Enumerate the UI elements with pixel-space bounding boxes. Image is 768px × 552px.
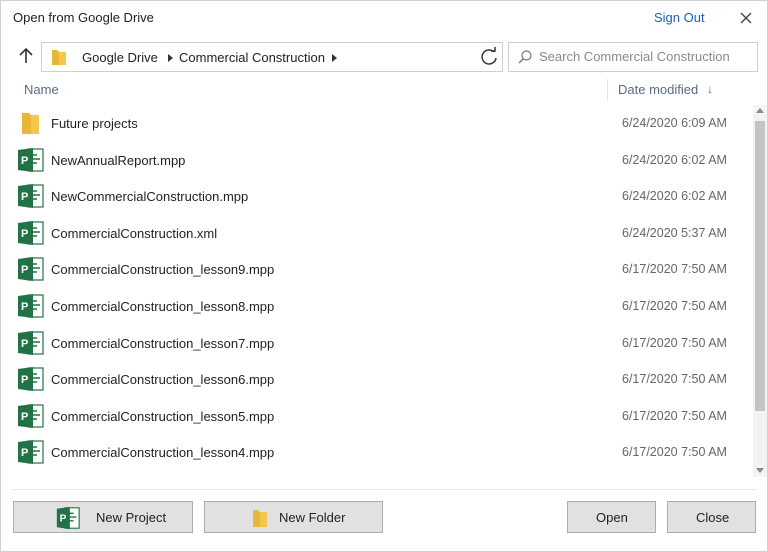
footer-divider	[13, 489, 757, 490]
file-name: NewAnnualReport.mpp	[51, 152, 186, 168]
svg-text:P: P	[21, 374, 28, 386]
dialog-title: Open from Google Drive	[13, 10, 154, 25]
breadcrumb-item-commercial-construction[interactable]: Commercial Construction	[179, 50, 325, 65]
project-file-icon: P	[18, 294, 44, 318]
project-file-icon: P	[18, 330, 44, 355]
sign-out-link[interactable]: Sign Out	[654, 10, 705, 25]
scrollbar-thumb[interactable]	[755, 121, 765, 411]
svg-text:P: P	[21, 447, 28, 459]
file-row[interactable]: P CommercialConstruction_lesson7.mpp 6/17/…	[1, 325, 753, 361]
project-icon: P	[56, 506, 80, 530]
breadcrumb[interactable]: Google Drive Commercial Construction	[41, 42, 477, 72]
file-date-modified: 6/17/2020 7:50 AM	[622, 445, 727, 460]
file-name: CommercialConstruction_lesson6.mpp	[51, 372, 275, 388]
search-icon	[518, 50, 532, 64]
folder-icon	[52, 50, 66, 65]
file-row[interactable]: P CommercialConstruction_lesson4.mpp 6/17/…	[1, 434, 753, 470]
file-row[interactable]: P NewCommercialConstruction.mpp 6/24/2020 …	[1, 178, 753, 214]
svg-text:P: P	[21, 155, 28, 167]
project-file-icon: P	[18, 403, 44, 428]
column-divider[interactable]	[607, 79, 608, 101]
close-icon[interactable]	[737, 9, 755, 27]
chevron-right-icon[interactable]	[332, 54, 337, 62]
file-date-modified: 6/17/2020 7:50 AM	[622, 408, 727, 423]
column-header-date-modified[interactable]: Date modified	[618, 82, 698, 97]
navigation-bar: Google Drive Commercial Construction	[1, 39, 767, 75]
file-date-modified: 6/17/2020 7:50 AM	[622, 299, 727, 313]
up-arrow-icon[interactable]	[15, 45, 37, 67]
project-file-icon: P	[18, 220, 44, 245]
scroll-down-icon[interactable]	[756, 468, 764, 473]
new-folder-button[interactable]: New Folder	[204, 501, 383, 533]
vertical-scrollbar[interactable]	[753, 105, 767, 477]
file-list: Future projects 6/24/2020 6:09 AM P NewAnnu…	[1, 105, 753, 477]
file-date-modified: 6/17/2020 7:50 AM	[622, 372, 727, 387]
file-row[interactable]: P CommercialConstruction_lesson8.mpp 6/17/…	[1, 288, 753, 324]
file-date-modified: 6/24/2020 6:02 AM	[622, 189, 727, 204]
svg-text:P: P	[21, 228, 28, 240]
svg-text:P: P	[21, 191, 28, 203]
file-name: CommercialConstruction_lesson8.mpp	[51, 299, 275, 314]
file-name: CommercialConstruction.xml	[51, 225, 218, 241]
open-label: Open	[596, 510, 628, 525]
svg-text:P: P	[21, 301, 28, 313]
folder-row[interactable]: Future projects 6/24/2020 6:09 AM	[1, 105, 753, 141]
svg-text:P: P	[60, 514, 67, 525]
svg-text:P: P	[21, 264, 28, 276]
open-button[interactable]: Open	[567, 501, 656, 533]
file-name: NewCommercialConstruction.mpp	[51, 189, 249, 205]
close-button[interactable]: Close	[667, 501, 756, 533]
column-header: Name Date modified ↓	[1, 79, 767, 101]
refresh-button[interactable]	[476, 42, 503, 72]
folder-icon	[253, 510, 267, 527]
title-bar: Open from Google Drive Sign Out	[1, 1, 767, 35]
breadcrumb-item-google-drive[interactable]: Google Drive	[82, 50, 158, 65]
open-dialog: Open from Google Drive Sign Out Google D…	[0, 0, 768, 552]
refresh-icon	[481, 47, 497, 65]
file-date-modified: 6/17/2020 7:50 AM	[622, 335, 727, 350]
column-header-name[interactable]: Name	[24, 82, 59, 97]
search-input[interactable]	[539, 47, 749, 65]
file-date-modified: 6/17/2020 7:50 AM	[622, 262, 727, 277]
close-label: Close	[696, 510, 730, 525]
file-row[interactable]: P NewAnnualReport.mpp 6/24/2020 6:02 AM	[1, 142, 753, 178]
file-name: CommercialConstruction_lesson9.mpp	[51, 262, 275, 278]
new-project-button[interactable]: P New Project	[13, 501, 193, 533]
file-name: CommercialConstruction_lesson7.mpp	[51, 335, 275, 351]
project-file-icon: P	[18, 147, 44, 172]
svg-text:P: P	[21, 338, 28, 350]
file-date-modified: 6/24/2020 6:02 AM	[622, 152, 727, 167]
svg-text:P: P	[21, 411, 28, 423]
search-box[interactable]	[508, 42, 758, 72]
scroll-up-icon[interactable]	[756, 108, 764, 113]
project-file-icon: P	[18, 257, 44, 282]
project-file-icon: P	[18, 440, 44, 465]
file-date-modified: 6/24/2020 6:09 AM	[622, 116, 727, 130]
file-row[interactable]: P CommercialConstruction_lesson5.mpp 6/17/…	[1, 398, 753, 434]
file-row[interactable]: P CommercialConstruction_lesson6.mpp 6/17/…	[1, 361, 753, 397]
new-folder-label: New Folder	[279, 510, 346, 525]
folder-icon	[22, 113, 39, 134]
chevron-right-icon[interactable]	[168, 54, 173, 62]
new-project-label: New Project	[96, 510, 167, 525]
file-name: CommercialConstruction_lesson4.mpp	[51, 445, 275, 461]
file-name: Future projects	[51, 116, 138, 131]
project-file-icon: P	[18, 184, 44, 209]
sort-descending-icon: ↓	[707, 82, 713, 96]
file-row[interactable]: P CommercialConstruction.xml 6/24/2020 5:3…	[1, 215, 753, 251]
file-date-modified: 6/24/2020 5:37 AM	[622, 225, 727, 240]
file-row[interactable]: P CommercialConstruction_lesson9.mpp 6/17/…	[1, 251, 753, 287]
file-name: CommercialConstruction_lesson5.mpp	[51, 408, 275, 424]
project-file-icon: P	[18, 367, 44, 392]
